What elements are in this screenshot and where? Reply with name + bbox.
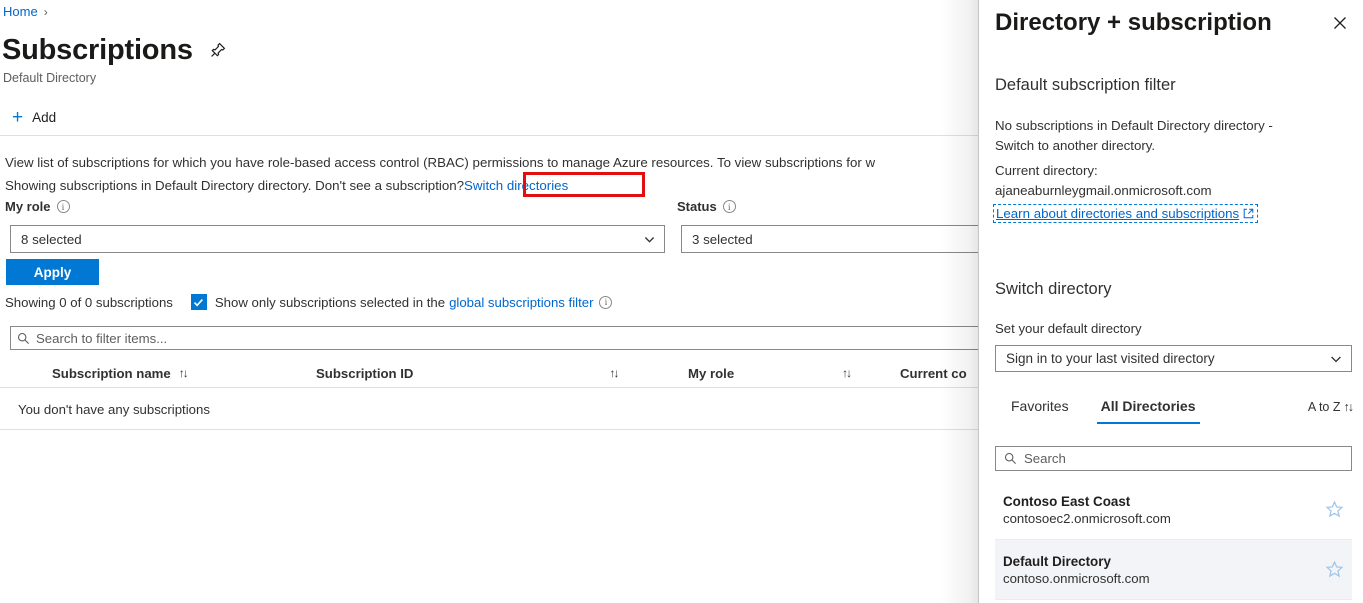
directory-name: Default Directory: [1003, 554, 1150, 569]
default-directory-select[interactable]: Sign in to your last visited directory: [995, 345, 1352, 372]
tab-favorites[interactable]: Favorites: [995, 396, 1085, 424]
info-icon[interactable]: i: [723, 200, 736, 213]
column-label: Current co: [900, 366, 967, 381]
column-header-my-role[interactable]: My role ↑↓: [688, 358, 850, 388]
column-header-subscription-id[interactable]: Subscription ID ↑↓: [316, 358, 617, 388]
blade-description: View list of subscriptions for which you…: [5, 152, 978, 196]
panel-title: Directory + subscription: [995, 8, 1272, 38]
description-line2: Showing subscriptions in Default Directo…: [5, 175, 978, 196]
panel-header: Directory + subscription: [979, 0, 1363, 46]
external-link-icon: [1243, 208, 1254, 219]
column-header-current-cost[interactable]: Current co: [900, 358, 967, 388]
search-icon: [17, 332, 30, 345]
directory-name: Contoso East Coast: [1003, 494, 1171, 509]
checkbox-label: Show only subscriptions selected in the: [215, 295, 445, 310]
directory-search-placeholder: Search: [1024, 451, 1066, 466]
add-button-label: Add: [32, 110, 56, 125]
tab-all-directories[interactable]: All Directories: [1085, 396, 1212, 424]
column-header-subscription-name[interactable]: Subscription name ↑↓: [52, 358, 187, 388]
list-item[interactable]: Default Directory contoso.onmicrosoft.co…: [995, 540, 1352, 600]
column-label: Subscription name: [52, 366, 171, 381]
no-subscriptions-message-line2: Switch to another directory.: [995, 136, 1155, 156]
apply-button[interactable]: Apply: [6, 259, 99, 285]
directory-domain: contoso.onmicrosoft.com: [1003, 571, 1150, 586]
breadcrumb: Home ›: [3, 4, 48, 19]
my-role-filter-label: My role i: [5, 199, 70, 214]
tab-label: All Directories: [1101, 398, 1196, 414]
learn-link-text: Learn about directories and subscription…: [996, 206, 1239, 221]
current-directory-value: ajaneaburnleygmail.onmicrosoft.com: [995, 181, 1212, 201]
panel-edge-shadow: [940, 0, 978, 603]
directory-search-input[interactable]: Search: [995, 446, 1352, 471]
directory-list: Contoso East Coast contosoec2.onmicrosof…: [995, 480, 1352, 600]
page-subtitle: Default Directory: [3, 71, 96, 85]
tab-label: Favorites: [1011, 398, 1069, 414]
page-title: Subscriptions: [2, 32, 193, 68]
no-subscriptions-message-line1: No subscriptions in Default Directory di…: [995, 116, 1273, 136]
description-line2-text: Showing subscriptions in Default Directo…: [5, 178, 464, 193]
column-label: My role: [688, 366, 734, 381]
show-only-selected-checkbox[interactable]: [191, 294, 207, 310]
star-outline-icon[interactable]: [1325, 560, 1344, 579]
sort-label: A to Z: [1308, 400, 1341, 414]
directory-tabs: Favorites All Directories A to Z ↑↓: [995, 396, 1352, 430]
status-dropdown-value: 3 selected: [692, 232, 753, 247]
add-button[interactable]: + Add: [0, 106, 66, 129]
showing-row: Showing 0 of 0 subscriptions Show only s…: [5, 294, 612, 310]
star-outline-icon[interactable]: [1325, 500, 1344, 519]
current-directory-label: Current directory:: [995, 161, 1098, 181]
sort-updown-icon: ↑↓: [179, 366, 187, 380]
switch-directory-heading: Switch directory: [995, 280, 1111, 299]
table-row: You don't have any subscriptions: [0, 389, 978, 430]
sort-a-to-z-button[interactable]: A to Z ↑↓: [1308, 396, 1352, 414]
chevron-down-icon: [643, 233, 656, 246]
switch-directories-link[interactable]: Switch directories: [464, 178, 568, 193]
description-line1: View list of subscriptions for which you…: [5, 155, 875, 170]
default-directory-select-value: Sign in to your last visited directory: [1006, 351, 1215, 366]
directory-info: Default Directory contoso.onmicrosoft.co…: [1003, 554, 1150, 586]
search-input[interactable]: Search to filter items...: [10, 326, 978, 350]
info-icon[interactable]: i: [599, 296, 612, 309]
my-role-dropdown[interactable]: 8 selected: [10, 225, 665, 253]
search-icon: [1004, 452, 1017, 465]
directory-subscription-panel: Directory + subscription Default subscri…: [978, 0, 1363, 603]
command-bar: + Add: [0, 100, 978, 136]
empty-state-message: You don't have any subscriptions: [18, 402, 210, 417]
column-label: Subscription ID: [316, 366, 413, 381]
learn-about-directories-link[interactable]: Learn about directories and subscription…: [993, 204, 1258, 223]
my-role-dropdown-value: 8 selected: [21, 232, 82, 247]
info-icon[interactable]: i: [57, 200, 70, 213]
plus-icon: +: [12, 108, 23, 127]
sort-updown-icon: ↑↓: [1344, 400, 1353, 414]
directory-domain: contosoec2.onmicrosoft.com: [1003, 511, 1171, 526]
set-default-directory-label: Set your default directory: [995, 321, 1142, 336]
chevron-down-icon: [1329, 352, 1343, 366]
pin-icon[interactable]: [207, 39, 229, 61]
status-label-text: Status: [677, 199, 717, 214]
page-title-row: Subscriptions: [2, 32, 229, 68]
list-item[interactable]: Contoso East Coast contosoec2.onmicrosof…: [995, 480, 1352, 540]
my-role-label-text: My role: [5, 199, 51, 214]
sort-updown-icon: ↑↓: [842, 366, 850, 380]
subscriptions-blade: Home › Subscriptions Default Directory +…: [0, 0, 978, 603]
default-subscription-filter-heading: Default subscription filter: [995, 76, 1176, 95]
close-icon[interactable]: [1324, 7, 1356, 39]
sort-updown-icon: ↑↓: [609, 366, 617, 380]
status-filter-label: Status i: [677, 199, 736, 214]
search-placeholder: Search to filter items...: [36, 331, 167, 346]
table-header: Subscription name ↑↓ Subscription ID ↑↓ …: [0, 358, 978, 388]
status-dropdown[interactable]: 3 selected: [681, 225, 978, 253]
breadcrumb-home-link[interactable]: Home: [3, 4, 38, 19]
directory-info: Contoso East Coast contosoec2.onmicrosof…: [1003, 494, 1171, 526]
showing-count-text: Showing 0 of 0 subscriptions: [5, 295, 173, 310]
breadcrumb-separator-icon: ›: [44, 5, 48, 19]
global-subscriptions-filter-link[interactable]: global subscriptions filter: [449, 295, 593, 310]
